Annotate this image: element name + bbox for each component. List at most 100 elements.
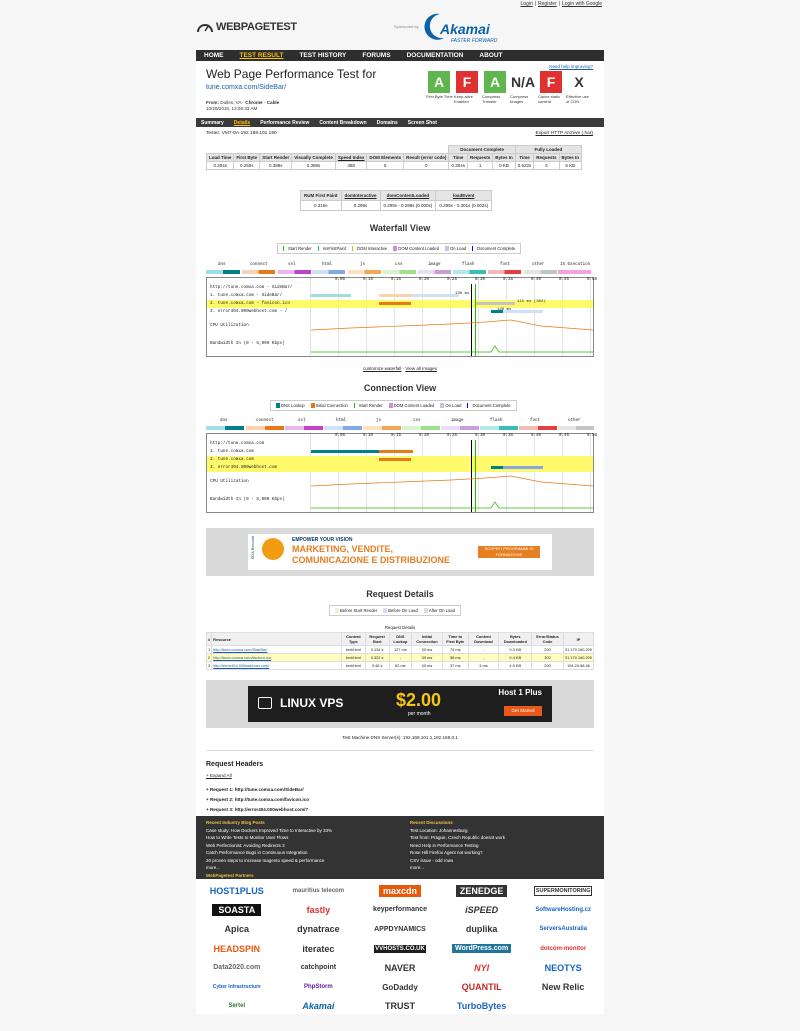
request-header-3[interactable]: + Request 3: http://error404.000webhost.… (206, 807, 308, 812)
partner-logo[interactable]: NAVER (385, 963, 416, 973)
partner-logo[interactable]: Akamai (302, 1001, 334, 1011)
partner-logo[interactable]: QUANTIL (462, 982, 502, 992)
partner-logo[interactable]: ZENEDGE (455, 884, 508, 897)
partner-logo[interactable]: mauritius telecom (293, 888, 344, 894)
nav-documentation[interactable]: DOCUMENTATION (399, 52, 472, 59)
partner-logo[interactable]: SoftwareHosting.cz (535, 907, 591, 913)
register-link[interactable]: Register (538, 1, 557, 7)
partner-logo[interactable]: fastly (307, 905, 331, 915)
bar (311, 294, 351, 297)
table-row[interactable]: 2 http://tune.comxa.com/favicon.ico text/h… (205, 653, 595, 662)
partner-logo[interactable]: iteratec (302, 944, 334, 954)
help-link[interactable]: Need help improving? (549, 64, 593, 69)
nav-test-history[interactable]: TEST HISTORY (291, 52, 354, 59)
partner-logo[interactable]: ServersAustralia (539, 926, 587, 932)
discussion-more-link[interactable]: more... (410, 864, 505, 872)
th[interactable]: domInteractive (340, 190, 381, 201)
ad-host1plus[interactable]: LINUX VPS $2.00 per month Host 1 Plus Ge… (248, 686, 552, 722)
partner-logo[interactable]: dotcom-monitor (540, 946, 586, 952)
td: 1 (466, 161, 494, 170)
akamai-logo[interactable]: Akamai FASTER FORWARD (420, 10, 512, 46)
table-row[interactable]: 1 http://tune.comxa.com/SideBar/text/html… (205, 645, 595, 654)
partner-logo[interactable]: VVHOSTS.CO.UK (374, 944, 426, 953)
partner-logo[interactable]: catchpoint (301, 964, 336, 971)
partner-logo[interactable]: TRUST (385, 1001, 415, 1011)
partner-logo[interactable]: Cyber Infrastructure (213, 984, 261, 990)
blog-link[interactable]: Web Perfectionist: Avoiding Redirects 3 (206, 842, 332, 850)
request-header-2[interactable]: + Request 2: http://tune.comxa.com/favic… (206, 797, 309, 802)
connection-chart[interactable]: 0.05 0.10 0.15 0.20 0.25 0.30 0.35 0.40 0.45 0.50… (206, 433, 597, 513)
view-images-link[interactable]: View all Images (405, 366, 436, 371)
expand-all-link[interactable]: + Expand All (206, 773, 232, 778)
export-har-link[interactable]: Export HTTP Archive (.har) (536, 131, 594, 136)
discussion-link[interactable]: Test from: Prague, Czech Republic doesnt… (410, 834, 505, 842)
grade-compress-transfer[interactable]: A Compress Transfer (481, 71, 509, 105)
partner-logo[interactable]: duplika (466, 924, 498, 934)
grade-compress-images[interactable]: N/A Compress Images (509, 71, 537, 105)
partner-logo[interactable]: iSPEED (465, 905, 498, 915)
tab-performance-review[interactable]: Performance Review (255, 120, 314, 126)
grade-first-byte[interactable]: A First Byte Time (425, 71, 453, 105)
partner-logo[interactable]: HEADSPIN (214, 944, 261, 954)
discussion-link[interactable]: Need Help in Performance Testing (410, 842, 505, 850)
grade-keep-alive[interactable]: F Keep-alive Enabled (453, 71, 481, 105)
discussion-link[interactable]: CSV issue - odd rows (410, 857, 505, 865)
tab-summary[interactable]: Summary (196, 120, 229, 126)
customize-waterfall-link[interactable]: customize waterfall (363, 366, 401, 371)
nav-test-result[interactable]: TEST RESULT (232, 52, 292, 59)
nav-about[interactable]: ABOUT (471, 52, 510, 59)
grade-cdn[interactable]: X Effective use of CDN (565, 71, 593, 105)
tested-url[interactable]: tune.comxa.com/SideBar/ (206, 84, 286, 91)
partner-logo[interactable]: dynatrace (297, 924, 340, 934)
partner-logo[interactable]: PhpStorm (304, 984, 333, 990)
tab-screen-shot[interactable]: Screen Shot (403, 120, 442, 126)
login-link[interactable]: Login (520, 1, 532, 7)
partner-logo[interactable]: maxcdn (378, 884, 421, 897)
waterfall-chart[interactable]: 0.05 0.10 0.15 0.20 0.25 0.30 0.35 0.40 0.45 0.50… (206, 277, 597, 357)
partner-logo[interactable]: TurboBytes (457, 1001, 506, 1011)
th[interactable]: domContentLoaded (379, 190, 437, 201)
blog-more-link[interactable]: more... (206, 864, 332, 872)
partner-logo[interactable]: Apica (225, 924, 250, 934)
partner-logo[interactable]: New Relic (542, 982, 585, 992)
partner-logo[interactable]: WordPress.com (452, 944, 512, 954)
tab-details[interactable]: Details (229, 120, 255, 126)
blog-link[interactable]: 20 proven steps to increase magento spee… (206, 857, 332, 865)
grade-cache-static[interactable]: F Cache static content (537, 71, 565, 105)
tab-domains[interactable]: Domains (372, 120, 403, 126)
partner-logo[interactable]: NYI (474, 963, 489, 973)
partner-logo[interactable]: APPDYNAMICS (374, 926, 426, 933)
swatch (393, 246, 398, 251)
ad-cta-button[interactable]: SCOPRI I PROGRAMMI DI FORMAZIONE (478, 546, 540, 558)
resource-link[interactable]: http://tune.comxa.com/favicon.ico (211, 653, 343, 662)
blog-link[interactable]: How to Write Tests to Monitor User Flows (206, 834, 332, 842)
partner-logo[interactable]: SUPERMONITORING (533, 885, 593, 896)
partner-logo[interactable]: NEOTYS (545, 963, 582, 973)
blog-link[interactable]: Case study: How Dockers Improved Time to… (206, 827, 332, 835)
partner-logo[interactable]: SOASTA (212, 903, 262, 916)
google-login-link[interactable]: Login with Google (562, 1, 602, 7)
discussion-link[interactable]: Rose Hill Firefox Agent not working? (410, 849, 505, 857)
advertisement-banner[interactable]: LINUX VPS $2.00 per month Host 1 Plus Ge… (206, 680, 594, 728)
ad-bocconi[interactable]: SDA Bocconi EMPOWER YOUR VISION MARKETIN… (248, 534, 552, 570)
th[interactable]: Speed Index (334, 153, 368, 162)
partner-logo[interactable]: Data2020.com (213, 964, 260, 971)
blog-link[interactable]: Catch Performance Bugs in Continuous Int… (206, 849, 332, 857)
th[interactable]: loadEvent (435, 190, 493, 201)
resource-link[interactable]: http://tune.comxa.com/SideBar/ (211, 645, 343, 654)
tab-content-breakdown[interactable]: Content Breakdown (314, 120, 371, 126)
partner-logo[interactable]: keyperformance (373, 906, 427, 913)
resource-link[interactable]: http://error404.000webhost.com/ (211, 661, 343, 670)
request-header-1[interactable]: + Request 1: http://tune.comxa.com/SideB… (206, 787, 304, 792)
advertisement-banner[interactable]: SDA Bocconi EMPOWER YOUR VISION MARKETIN… (206, 528, 594, 576)
partner-logo[interactable]: HOST1PLUS (210, 886, 264, 896)
grade-label: Compress Transfer (482, 94, 501, 104)
partner-logo[interactable]: Sertel (228, 1003, 245, 1009)
table-row[interactable]: 3 http://error404.000webhost.com/text/htm… (205, 661, 595, 670)
nav-home[interactable]: HOME (196, 52, 232, 59)
partner-logo[interactable]: GoDaddy (382, 983, 418, 992)
nav-forums[interactable]: FORUMS (354, 52, 398, 59)
wpt-logo[interactable]: WEBPAGETEST (196, 20, 297, 36)
ad-cta-button[interactable]: Get Started (504, 706, 542, 716)
discussion-link[interactable]: Test Location: Johannesburg (410, 827, 505, 835)
